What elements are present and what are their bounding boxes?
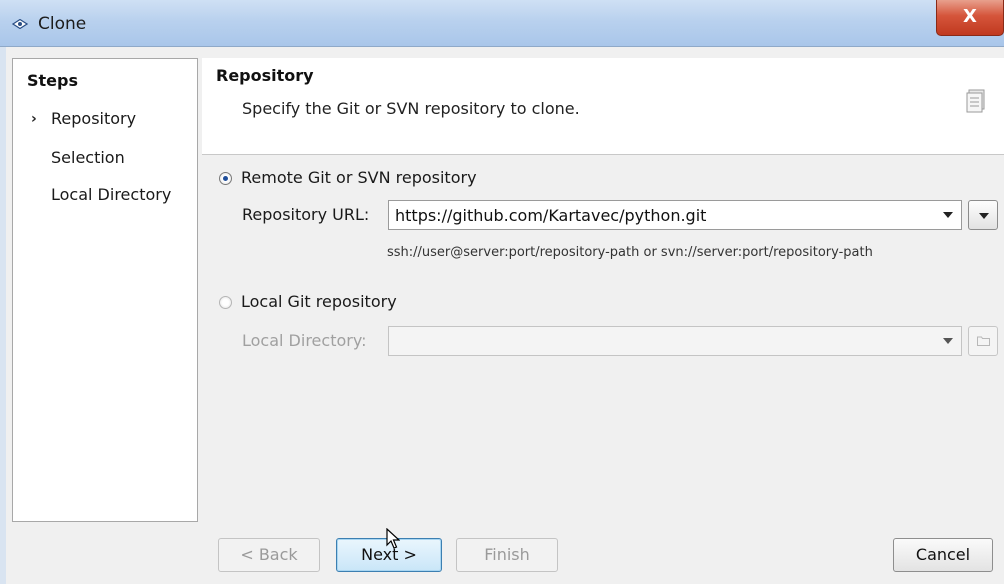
folder-icon: [977, 336, 990, 346]
local-directory-label: Local Directory:: [242, 331, 367, 350]
chevron-down-icon[interactable]: [943, 338, 953, 344]
repository-url-value[interactable]: https://github.com/Kartavec/python.git: [395, 206, 706, 225]
url-format-hint: ssh://user@server:port/repository-path o…: [387, 245, 873, 260]
cancel-button[interactable]: Cancel: [893, 538, 993, 572]
remote-repo-radio[interactable]: [219, 172, 232, 185]
eye-icon: [12, 19, 28, 29]
page-title: Repository: [216, 66, 314, 85]
repository-url-combo[interactable]: https://github.com/Kartavec/python.git: [388, 200, 962, 230]
window-title: Clone: [38, 14, 87, 34]
step-selection[interactable]: Selection: [51, 148, 125, 167]
url-history-dropdown-button[interactable]: [968, 200, 998, 230]
close-button[interactable]: X: [936, 0, 1004, 36]
repository-form: Remote Git or SVN repository Repository …: [202, 155, 1004, 522]
chevron-down-icon[interactable]: [943, 212, 953, 218]
window-frame-edge: [0, 46, 6, 584]
page-header: Repository Specify the Git or SVN reposi…: [202, 58, 1004, 155]
mouse-pointer-icon: [386, 528, 400, 549]
step-repository[interactable]: Repository: [51, 109, 136, 128]
local-repo-radio[interactable]: [219, 296, 232, 309]
page-description: Specify the Git or SVN repository to clo…: [242, 99, 580, 118]
local-directory-combo[interactable]: [388, 326, 962, 356]
steps-title: Steps: [27, 71, 78, 90]
finish-button[interactable]: Finish: [456, 538, 558, 572]
wizard-page-icon: [966, 89, 985, 113]
local-repo-label[interactable]: Local Git repository: [241, 292, 397, 311]
steps-panel: Steps › Repository Selection Local Direc…: [12, 58, 198, 522]
clone-dialog: Clone X Steps › Repository Selection Loc…: [0, 0, 1004, 584]
browse-local-directory-button[interactable]: [968, 326, 998, 356]
remote-repo-label[interactable]: Remote Git or SVN repository: [241, 168, 477, 187]
back-button[interactable]: < Back: [218, 538, 320, 572]
chevron-down-icon: [979, 213, 989, 219]
repository-url-label: Repository URL:: [242, 205, 370, 224]
title-bar[interactable]: Clone X: [0, 0, 1004, 47]
current-step-arrow-icon: ›: [31, 111, 37, 127]
step-local-directory[interactable]: Local Directory: [51, 185, 171, 204]
